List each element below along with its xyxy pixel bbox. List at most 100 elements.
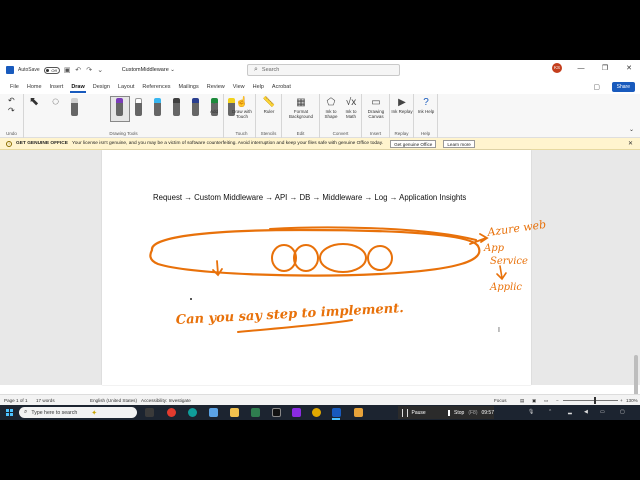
tab-references[interactable]: References [138,80,174,94]
stop-button[interactable]: Stop [454,410,464,416]
taskbar-search[interactable]: ⌕ Type here to search ✦ [19,407,137,418]
store-icon[interactable] [209,408,218,417]
redo-icon[interactable]: ↷ [86,67,93,74]
word-taskbar-icon[interactable] [332,408,341,417]
ruler-button[interactable]: 📏 Ruler [257,97,281,114]
app-icon[interactable] [354,408,363,417]
document-title[interactable]: CustomMiddleware ⌄ [122,67,175,73]
recording-controls: Pause Stop (F8) 09:57 [398,406,494,419]
pause-button[interactable]: Pause [412,410,426,416]
undo-icon[interactable]: ↶ [8,97,15,105]
pause-bar-icon [406,408,408,417]
tab-file[interactable]: File [6,80,23,94]
group-label-help: Help [420,131,431,136]
web-layout-icon[interactable]: ▭ [544,398,548,404]
maximize-icon[interactable]: ❐ [600,64,610,72]
accessibility-status[interactable]: Accessibility: Investigate [141,398,191,403]
visual-studio-icon[interactable] [292,408,301,417]
tab-draw[interactable]: Draw [67,80,88,94]
tab-insert[interactable]: Insert [46,80,68,94]
start-tile-4 [10,413,13,416]
volume-icon[interactable]: ◀ [584,409,588,415]
print-layout-icon[interactable]: ▣ [532,398,536,404]
add-pen-button[interactable]: + Add [204,97,224,114]
terminal-icon[interactable] [272,408,281,417]
tab-help[interactable]: Help [249,80,268,94]
customize-toolbar-icon[interactable]: ⌄ [97,67,104,74]
comments-icon[interactable]: ▢ [593,83,600,91]
chrome-icon[interactable] [312,408,321,417]
pen-dark[interactable] [172,98,181,116]
battery-icon[interactable]: ▭ [600,409,605,415]
close-icon[interactable]: ✕ [628,140,633,147]
ink-text-question: Can you say step to implement. [175,301,404,328]
tab-mailings[interactable]: Mailings [175,80,203,94]
zoom-slider[interactable] [563,400,618,401]
ink-help-button[interactable]: ? Ink Help [415,97,437,114]
language[interactable]: English (United States) [90,398,137,403]
tab-review[interactable]: Review [203,80,229,94]
ink-to-math-button[interactable]: √x Ink to Math [341,97,361,119]
windows-start-icon[interactable] [6,409,13,416]
network-icon[interactable]: ▂ [568,409,572,415]
save-icon[interactable]: ▣ [64,67,71,74]
drawing-canvas-button[interactable]: ▭ Drawing Canvas [363,97,389,119]
select-objects-icon[interactable]: ⬉ [29,95,39,107]
zoom-level[interactable]: 130% [626,398,638,403]
zoom-out-icon[interactable]: − [556,398,559,403]
zoom-slider-thumb[interactable] [594,397,596,404]
drawing-canvas-icon: ▭ [371,97,381,108]
taskbar: ⌕ Type here to search ✦ Pause Stop (F8) … [0,405,640,420]
draw-with-touch-button[interactable]: ☝ Draw with Touch [229,97,255,119]
minimize-icon[interactable]: — [576,65,586,72]
format-background-button[interactable]: ▦ Format Background [283,97,319,119]
ink-circle-api [271,244,297,272]
read-mode-icon[interactable]: ▤ [520,398,524,404]
edge-icon[interactable] [188,408,197,417]
word-count[interactable]: 17 words [36,398,55,403]
status-bar: Page 1 of 1 17 words English (United Sta… [0,394,640,405]
autosave-toggle[interactable]: Off [43,66,60,74]
tab-design[interactable]: Design [89,80,114,94]
tab-acrobat[interactable]: Acrobat [268,80,295,94]
microphone-icon[interactable]: 🎙 [528,409,534,415]
tab-layout[interactable]: Layout [114,80,139,94]
ink-to-shape-button[interactable]: ⬠ Ink to Shape [321,97,341,119]
autosave-label: AutoSave [18,67,40,73]
ink-replay-button[interactable]: ▶ Ink Replay [391,97,413,114]
share-button[interactable]: Share [611,82,635,92]
notifications-icon[interactable]: ▢ [620,409,625,415]
excel-icon[interactable] [251,408,260,417]
format-background-label: Format Background [288,109,314,119]
learn-more-button[interactable]: Learn more [443,139,475,148]
focus-mode[interactable]: Focus [494,398,507,403]
pen-navy[interactable] [191,98,200,116]
zoom-in-icon[interactable]: + [620,398,623,403]
file-explorer-icon[interactable] [230,408,239,417]
tab-view[interactable]: View [229,80,249,94]
collapse-ribbon-icon[interactable]: ⌄ [629,127,634,133]
pen-white[interactable] [134,98,143,116]
pen-blue[interactable] [153,98,162,116]
tab-home[interactable]: Home [23,80,46,94]
get-genuine-office-button[interactable]: Get genuine Office [390,139,437,148]
start-tile-2 [10,409,13,412]
task-view-icon[interactable] [145,408,154,417]
search-input[interactable]: ⌕ Search [247,64,400,76]
copilot-icon[interactable] [167,408,176,417]
ink-annotations: Azure web App Service Applic Can you say… [149,218,547,333]
help-icon: ? [423,97,429,108]
undo-icon[interactable]: ↶ [75,67,82,74]
avatar[interactable]: KS [552,63,562,73]
ink-text-service: Service [490,256,528,267]
ink-text-app: App [483,243,505,254]
ink-text-applic: Applic [489,282,522,293]
group-label-drawing-tools: Drawing Tools [109,131,138,136]
redo-icon[interactable]: ↷ [8,107,15,115]
page-count[interactable]: Page 1 of 1 [4,398,28,403]
tray-expand-icon[interactable]: ⌃ [548,409,552,415]
eraser-pen[interactable] [70,98,79,116]
lasso-select-icon[interactable]: ◌ [52,95,59,107]
pen-purple[interactable] [115,98,124,116]
close-icon[interactable]: ✕ [624,64,634,72]
